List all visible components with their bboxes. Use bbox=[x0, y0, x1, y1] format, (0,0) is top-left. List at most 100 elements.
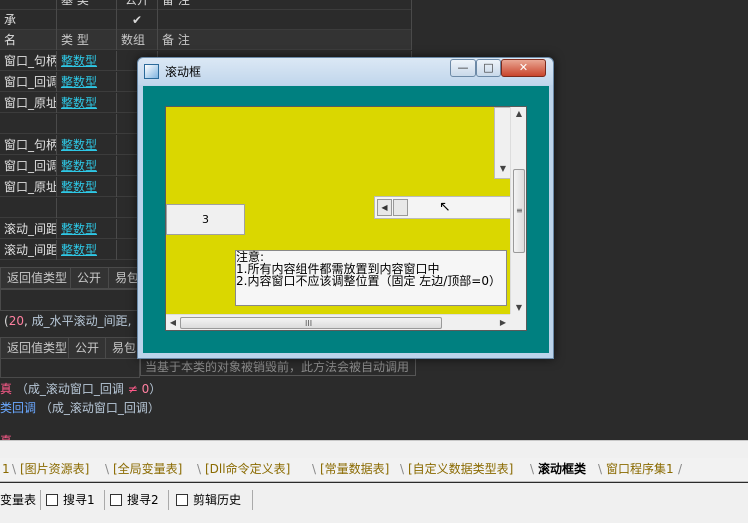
vertical-scrollbar[interactable]: ▲ ≡ ▼ bbox=[510, 107, 526, 316]
column-header: 返回值类型 bbox=[1, 338, 69, 358]
vertical-scroll-thumb[interactable]: ≡ bbox=[513, 169, 525, 253]
tab-item[interactable]: [自定义数据类型表] bbox=[408, 460, 513, 479]
table-cell[interactable] bbox=[57, 198, 117, 218]
return-header: 返回值类型 公开 易包 bbox=[0, 267, 161, 289]
tab-separator: / bbox=[678, 462, 683, 476]
scroll-left-icon[interactable]: ◀ bbox=[377, 199, 392, 216]
column-header: 返回值类型 bbox=[1, 268, 71, 288]
column-header: 数组 bbox=[117, 30, 158, 50]
maximize-button[interactable]: □ bbox=[476, 59, 501, 77]
scroll-box[interactable]: ▼ ◀ ↖ 3 注意: 1.所有内容组件都需放置到内容窗口中 2.内容窗口不应该… bbox=[165, 106, 527, 331]
divider bbox=[104, 490, 105, 510]
code-line-partial: 真 bbox=[0, 432, 12, 440]
scroll-corner bbox=[510, 314, 526, 330]
scroll-box-window[interactable]: 滚动框 — □ ✕ ▼ ◀ ↖ 3 注意: 1.所有内容组件都需放置到内容窗口中… bbox=[137, 57, 554, 359]
inner-vertical-scrollbar[interactable]: ▼ bbox=[494, 107, 511, 179]
table-cell[interactable]: 整数型 bbox=[57, 219, 117, 239]
code-line[interactable]: 类回调 （成_滚动窗口_回调） bbox=[0, 399, 160, 417]
column-header: 备 注 bbox=[158, 30, 412, 50]
code-text: 成_水平滚动_间距, bbox=[31, 314, 132, 328]
scroll-down-icon[interactable]: ▼ bbox=[497, 162, 509, 176]
column-header: 公开 bbox=[69, 338, 106, 358]
return-header: 返回值类型 公开 易包 bbox=[0, 337, 161, 359]
tab-clip-history[interactable]: 剪辑历史 bbox=[176, 491, 241, 509]
table-cell bbox=[57, 10, 117, 30]
code-text: （成_滚动窗口_回调） bbox=[39, 401, 160, 415]
tab-separator: \ bbox=[105, 462, 110, 476]
tab-separator: \ bbox=[312, 462, 317, 476]
table-cell[interactable] bbox=[0, 114, 57, 134]
tab-item[interactable]: [常量数据表] bbox=[320, 460, 389, 479]
scroll-thumb[interactable] bbox=[393, 199, 408, 216]
horizontal-scrollbar[interactable]: ◀ III ▶ bbox=[166, 314, 512, 330]
table-cell[interactable] bbox=[0, 198, 57, 218]
scroll-left-icon[interactable]: ◀ bbox=[166, 316, 180, 330]
window-client: ▼ ◀ ↖ 3 注意: 1.所有内容组件都需放置到内容窗口中 2.内容窗口不应该… bbox=[143, 86, 549, 353]
column-header: 名 bbox=[0, 30, 57, 50]
search-icon bbox=[46, 494, 58, 506]
content-window: ▼ ◀ ↖ 3 注意: 1.所有内容组件都需放置到内容窗口中 2.内容窗口不应该… bbox=[166, 107, 512, 316]
app-icon bbox=[144, 64, 159, 79]
close-button[interactable]: ✕ bbox=[501, 59, 546, 77]
return-row bbox=[0, 289, 150, 311]
title-bar[interactable]: 滚动框 — □ ✕ bbox=[138, 58, 553, 85]
tab-item[interactable]: [图片资源表] bbox=[20, 460, 89, 479]
code-line[interactable]: (20, 成_水平滚动_间距, bbox=[4, 312, 131, 330]
keyword: 类回调 bbox=[0, 401, 37, 415]
minimize-button[interactable]: — bbox=[450, 59, 476, 77]
table-cell[interactable]: 整数型 bbox=[57, 93, 117, 113]
return-row bbox=[0, 358, 140, 378]
tab-separator: \ bbox=[530, 462, 535, 476]
divider bbox=[40, 490, 41, 510]
divider bbox=[168, 490, 169, 510]
table-cell[interactable]: 整数型 bbox=[57, 177, 117, 197]
tab-separator: \ bbox=[197, 462, 202, 476]
scroll-down-icon[interactable]: ▼ bbox=[512, 301, 526, 315]
column-header: 类 型 bbox=[57, 30, 117, 50]
number-literal: 20 bbox=[8, 314, 24, 328]
table-cell[interactable]: 整数型 bbox=[57, 72, 117, 92]
table-cell[interactable]: 整数型 bbox=[57, 240, 117, 260]
table-cell[interactable]: 窗口_句柄 bbox=[0, 51, 57, 71]
tab-item[interactable]: [全局变量表] bbox=[113, 460, 182, 479]
table-cell: 公开 bbox=[117, 0, 158, 10]
keyword: 真 bbox=[0, 382, 13, 396]
tab-separator: \ bbox=[598, 462, 603, 476]
tab-item[interactable]: [Dll命令定义表] bbox=[205, 460, 290, 479]
tab-item[interactable]: 1 bbox=[2, 460, 10, 479]
tab-item[interactable]: 窗口程序集1 bbox=[606, 460, 674, 479]
table-cell[interactable]: 滚动_间距 bbox=[0, 240, 57, 260]
method-comment: 当基于本类的对象被销毁前，此方法会被自动调用 bbox=[140, 358, 416, 376]
code-line[interactable]: 真 （成_滚动窗口_回调 ≠ 0） bbox=[0, 380, 161, 398]
code-text: （成_滚动窗口_回调 bbox=[15, 382, 124, 396]
table-cell[interactable]: 窗口_原址 bbox=[0, 177, 57, 197]
scroll-up-icon[interactable]: ▲ bbox=[512, 107, 526, 121]
table-cell: 承 bbox=[0, 10, 57, 30]
table-cell[interactable]: 窗口_句柄 bbox=[0, 135, 57, 155]
table-cell: 备 注 bbox=[158, 0, 412, 10]
note-label: 注意: 1.所有内容组件都需放置到内容窗口中 2.内容窗口不应该调整位置（固定 … bbox=[235, 250, 507, 306]
tab-search-2[interactable]: 搜寻2 bbox=[110, 491, 159, 509]
table-cell: 基 类 bbox=[57, 0, 117, 10]
search-icon bbox=[110, 494, 122, 506]
table-cell[interactable]: 整数型 bbox=[57, 135, 117, 155]
tab-item[interactable]: 滚动框类 bbox=[538, 460, 586, 479]
tab-variable-table[interactable]: 变量表 bbox=[0, 491, 36, 509]
table-cell[interactable]: 窗口_回调 bbox=[0, 72, 57, 92]
content-button[interactable]: 3 bbox=[166, 204, 245, 235]
check-icon[interactable]: ✔ bbox=[117, 10, 158, 30]
table-cell[interactable]: 整数型 bbox=[57, 156, 117, 176]
tab-search-1[interactable]: 搜寻1 bbox=[46, 491, 95, 509]
table-cell[interactable]: 窗口_回调 bbox=[0, 156, 57, 176]
table-cell[interactable] bbox=[57, 114, 117, 134]
table-row: 基 类 公开 备 注 bbox=[0, 0, 412, 10]
clipboard-icon bbox=[176, 494, 188, 506]
table-cell[interactable]: 整数型 bbox=[57, 51, 117, 71]
table-cell[interactable]: 窗口_原址 bbox=[0, 93, 57, 113]
inner-horizontal-scrollbar[interactable]: ◀ ↖ bbox=[374, 196, 512, 219]
scroll-right-icon[interactable]: ▶ bbox=[496, 316, 510, 330]
table-cell[interactable]: 滚动_间距 bbox=[0, 219, 57, 239]
tab-separator: \ bbox=[12, 462, 17, 476]
horizontal-scroll-thumb[interactable]: III bbox=[180, 317, 442, 329]
table-header: 名 类 型 数组 备 注 bbox=[0, 30, 412, 50]
